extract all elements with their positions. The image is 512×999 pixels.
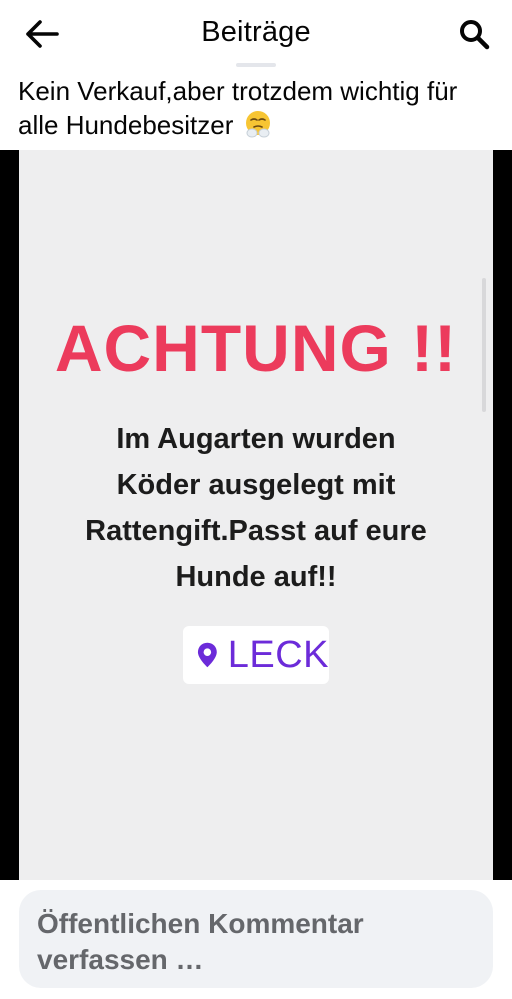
location-pin-icon [197, 642, 217, 668]
location-sticker: LECK [183, 626, 329, 684]
comment-input[interactable]: Öffentlichen Kommentar verfassen … [19, 890, 493, 988]
warning-headline: ACHTUNG !! [54, 311, 458, 385]
page-title: Beiträge [201, 16, 311, 48]
location-label: LECK [227, 633, 329, 676]
search-icon [460, 20, 490, 50]
warning-message: Im Augarten wurden Köder ausgelegt mit R… [85, 423, 427, 593]
post-caption-text: Kein Verkauf,aber trotzdem wichtig für a… [18, 76, 458, 140]
comment-bar: Öffentlichen Kommentar verfassen … [0, 880, 512, 999]
top-app-bar: Beiträge [0, 0, 512, 68]
scroll-indicator [236, 63, 276, 67]
post-image[interactable]: ACHTUNG !! Im Augarten wurden Köder ausg… [0, 150, 512, 880]
post-caption: Kein Verkauf,aber trotzdem wichtig für a… [18, 74, 498, 142]
story-card: ACHTUNG !! Im Augarten wurden Köder ausg… [19, 150, 493, 880]
search-button[interactable] [452, 14, 496, 54]
face-with-steam-from-nose-emoji [245, 111, 270, 138]
